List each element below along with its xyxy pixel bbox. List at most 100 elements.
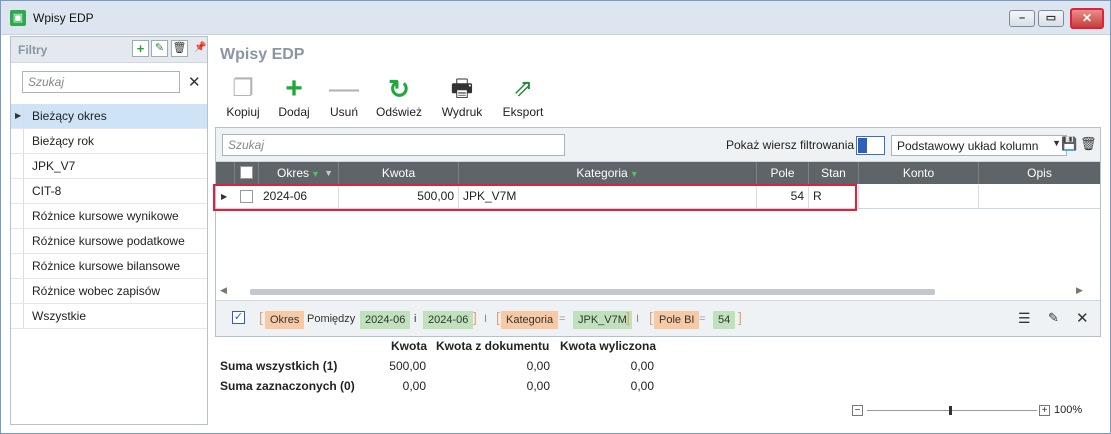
filter-list-item[interactable]: JPK_V7 (11, 154, 207, 179)
filters-header: Filtry + ✎ 🗑 📌 (11, 37, 207, 63)
column-okres[interactable]: Okres ▼ ▼ (259, 162, 339, 184)
filter-and-label: i (414, 313, 417, 325)
filter-value-from[interactable]: 2024-06 (360, 311, 411, 329)
filter-operator-between[interactable]: Pomiędzy (307, 313, 355, 325)
cell-kategoria[interactable]: JPK_V7M (459, 185, 757, 208)
add-filter-button[interactable]: + (132, 40, 149, 57)
maximize-button[interactable]: ▭ (1038, 10, 1064, 27)
cell-pole[interactable]: 54 (757, 185, 809, 208)
minimize-button[interactable]: – (1009, 10, 1035, 27)
row-gutter (11, 129, 24, 153)
zoom-out-button[interactable]: − (852, 405, 863, 416)
close-icon: ✕ (1081, 11, 1093, 25)
refresh-label: Odśwież (375, 105, 422, 119)
filter-funnel-icon: ▼ (629, 169, 639, 179)
filter-list-item[interactable]: Różnice wobec zapisów (11, 279, 207, 304)
export-button[interactable]: ⇗ Eksport (500, 75, 546, 119)
column-stan[interactable]: Stan (809, 162, 859, 184)
scroll-left-icon[interactable]: ◀ (220, 285, 227, 296)
chevron-down-icon: ▼ (1052, 138, 1061, 148)
filter-value-kategoria[interactable]: JPK_V7M (573, 311, 632, 329)
select-all-checkbox[interactable] (240, 166, 253, 179)
edit-icon: ✎ (154, 42, 165, 54)
grid-toolbar: Szukaj Pokaż wiersz filtrowania Podstawo… (216, 128, 1100, 162)
row-gutter (11, 179, 24, 203)
remove-button[interactable]: — Usuń (327, 72, 361, 120)
clear-filter-icon[interactable]: ✕ (1076, 309, 1089, 327)
minus-icon: — (329, 72, 359, 105)
sum-all-kwota-wyliczona: 0,00 (630, 359, 654, 373)
filter-value-pole[interactable]: 54 (713, 311, 736, 329)
filter-value-to[interactable]: 2024-06 (423, 311, 474, 329)
add-button[interactable]: + Dodaj (276, 72, 312, 120)
show-filter-row-label: Pokaż wiersz filtrowania (726, 138, 855, 152)
sum-header-kwota-dokument: Kwota z dokumentu (436, 339, 550, 353)
column-opis[interactable]: Opis (979, 162, 1100, 184)
refresh-button[interactable]: ↻ Odśwież (375, 75, 423, 119)
cell-kwota[interactable]: 500,00 (339, 185, 459, 208)
zoom-slider-thumb[interactable] (949, 406, 952, 415)
page-title: Wpisy EDP (220, 46, 305, 63)
filters-title: Filtry (18, 43, 48, 57)
remove-label: Usuń (329, 105, 358, 119)
row-gutter (11, 154, 24, 178)
zoom-in-button[interactable]: + (1039, 405, 1050, 416)
copy-button[interactable]: ❐ Kopiuj (225, 75, 261, 119)
bracket-close-icon: ] (473, 309, 477, 325)
plus-icon: + (285, 72, 303, 105)
filter-list-item-label: Różnice kursowe wynikowe (32, 209, 179, 223)
zoom-slider-track[interactable] (867, 410, 1037, 411)
cell-konto[interactable] (859, 185, 979, 208)
cell-stan[interactable]: R (809, 185, 859, 208)
row-checkbox[interactable] (240, 190, 253, 203)
scroll-right-icon[interactable]: ▶ (1076, 285, 1083, 296)
cell-okres[interactable]: 2024-06 (259, 185, 339, 208)
column-kwota-label: Kwota (381, 166, 416, 180)
filter-list-item[interactable]: Różnice kursowe wynikowe (11, 204, 207, 229)
filter-list-item-label: Bieżący okres (32, 109, 107, 123)
maximize-icon: ▭ (1045, 12, 1057, 24)
scrollbar-thumb[interactable] (250, 289, 935, 295)
filter-list-item[interactable]: Bieżący rok (11, 129, 207, 154)
column-konto[interactable]: Konto (859, 162, 979, 184)
bracket-close-icon: ] (738, 309, 742, 325)
column-layout-select[interactable]: Podstawowy układ kolumn ▼ (891, 135, 1067, 156)
filter-list-item[interactable]: CIT-8 (11, 179, 207, 204)
filter-field-okres[interactable]: Okres (265, 311, 305, 329)
filter-list-item[interactable]: Wszystkie (11, 304, 207, 329)
filter-enabled-checkbox[interactable]: ✓ (232, 311, 245, 324)
grid-search-input[interactable]: Szukaj (222, 134, 565, 156)
sum-selected-label: Suma zaznaczonych (0) (220, 379, 355, 393)
minimize-icon: – (1018, 12, 1026, 24)
clear-search-icon[interactable]: ✕ (188, 73, 201, 91)
row-indicator-icon: ▶ (15, 111, 22, 120)
filter-list-item[interactable]: Różnice kursowe bilansowe (11, 254, 207, 279)
save-layout-icon[interactable]: 💾 (1061, 136, 1077, 152)
printer-icon: 🖶 (450, 75, 474, 102)
edit-filter-icon[interactable]: ✎ (1048, 310, 1059, 326)
pin-icon[interactable]: 📌 (194, 42, 206, 53)
edit-filter-button[interactable]: ✎ (151, 40, 168, 57)
show-filter-row-toggle[interactable] (856, 136, 885, 155)
delete-layout-icon[interactable]: 🗑 (1080, 136, 1097, 152)
filter-list-item[interactable]: ▶ Bieżący okres (11, 104, 207, 129)
table-row[interactable]: ▶ 2024-06 500,00 JPK_V7M 54 R (216, 185, 1100, 209)
print-button[interactable]: 🖶 Wydruk (439, 75, 485, 119)
delete-filter-button[interactable]: 🗑 (171, 40, 188, 57)
filters-panel: Filtry + ✎ 🗑 📌 Szukaj ✕ ▶ Bieżący okres Bi… (10, 36, 208, 425)
bracket-open-icon: [ (259, 309, 263, 325)
filter-field-pole[interactable]: Pole BI (654, 311, 700, 329)
filter-operator-equals[interactable]: = (559, 313, 565, 325)
column-kwota[interactable]: Kwota (339, 162, 459, 184)
filter-field-kategoria[interactable]: Kategoria (501, 311, 559, 329)
close-window-button[interactable]: ✕ (1070, 8, 1104, 29)
cell-opis[interactable] (979, 185, 1100, 208)
filter-operator-equals[interactable]: = (699, 313, 705, 325)
filter-list-item[interactable]: Różnice kursowe podatkowe (11, 229, 207, 254)
column-kategoria[interactable]: Kategoria ▼ (459, 162, 757, 184)
column-okres-label: Okres (277, 166, 310, 180)
filter-menu-icon[interactable]: ☰ (1018, 310, 1031, 327)
horizontal-scrollbar[interactable]: ◀ ▶ (216, 285, 1100, 298)
column-pole[interactable]: Pole (757, 162, 809, 184)
filter-search-input[interactable]: Szukaj (22, 71, 180, 93)
